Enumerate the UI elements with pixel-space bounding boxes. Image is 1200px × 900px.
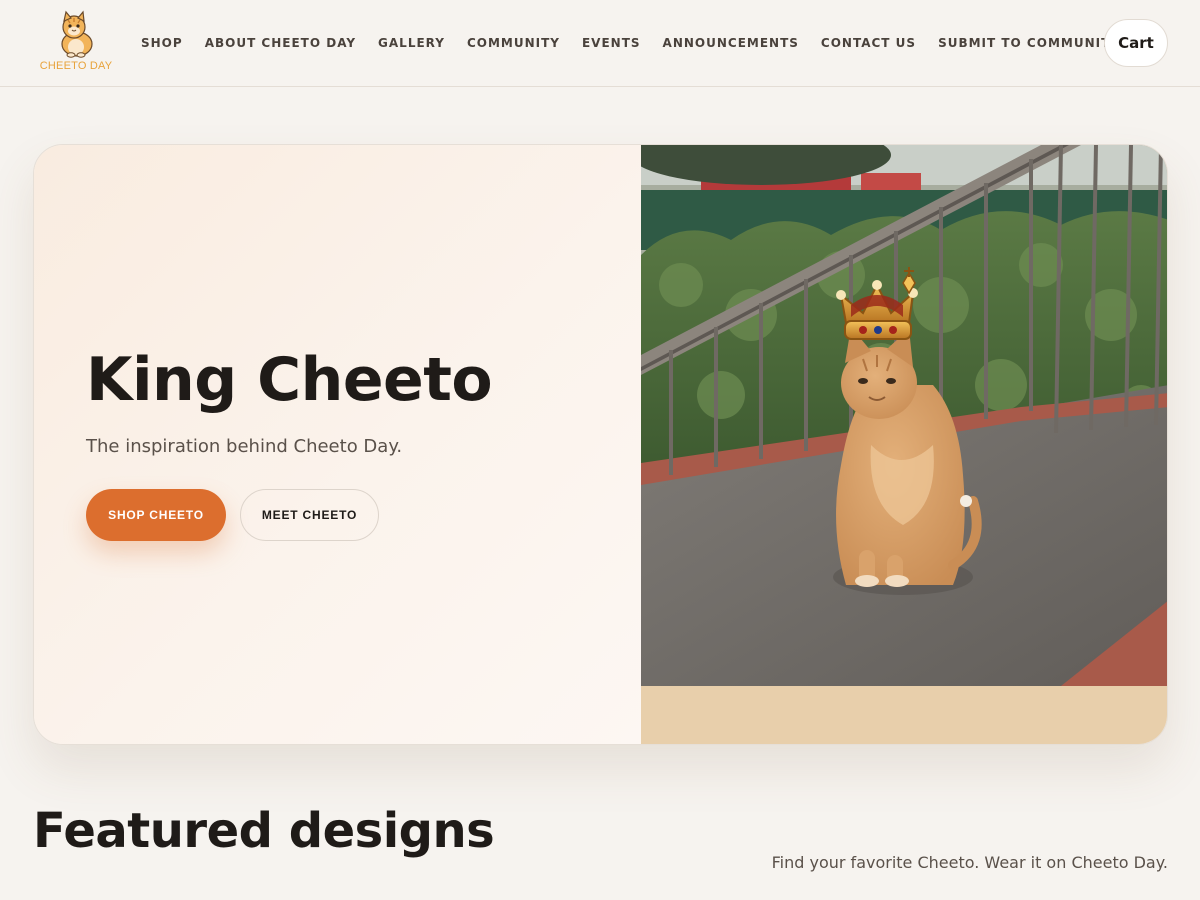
nav-submit-to-community[interactable]: SUBMIT TO COMMUNITY xyxy=(927,36,1131,50)
hero-card: King Cheeto The inspiration behind Cheet… xyxy=(33,144,1168,745)
cat-logo-icon xyxy=(61,10,93,58)
cheeto-day-logo[interactable]: CHEETO DAY xyxy=(38,10,114,74)
nav-gallery[interactable]: GALLERY xyxy=(367,36,456,50)
logo-text: CHEETO DAY xyxy=(39,60,113,72)
crowned-cat-photo xyxy=(641,145,1167,686)
nav-community[interactable]: COMMUNITY xyxy=(456,36,571,50)
nav-events[interactable]: EVENTS xyxy=(571,36,652,50)
nav-about-cheeto-day[interactable]: ABOUT CHEETO DAY xyxy=(194,36,367,50)
hero-title: King Cheeto xyxy=(86,345,493,415)
site-header: CHEETO DAY SHOP ABOUT CHEETO DAY GALLERY… xyxy=(0,0,1200,87)
meet-cheeto-button[interactable]: MEET CHEETO xyxy=(240,489,379,541)
featured-designs-heading: Featured designs xyxy=(33,803,495,859)
hero-subtitle: The inspiration behind Cheeto Day. xyxy=(86,436,403,457)
nav-shop[interactable]: SHOP xyxy=(130,36,194,50)
shop-cheeto-button[interactable]: SHOP CHEETO xyxy=(86,489,226,541)
hero-text-panel: King Cheeto The inspiration behind Cheet… xyxy=(34,145,641,744)
featured-designs-subtitle: Find your favorite Cheeto. Wear it on Ch… xyxy=(771,853,1168,872)
hero-image-panel xyxy=(641,145,1167,744)
nav-contact-us[interactable]: CONTACT US xyxy=(810,36,927,50)
main-nav: SHOP ABOUT CHEETO DAY GALLERY COMMUNITY … xyxy=(130,0,1131,86)
cart-button[interactable]: Cart xyxy=(1104,19,1168,67)
nav-announcements[interactable]: ANNOUNCEMENTS xyxy=(652,36,810,50)
